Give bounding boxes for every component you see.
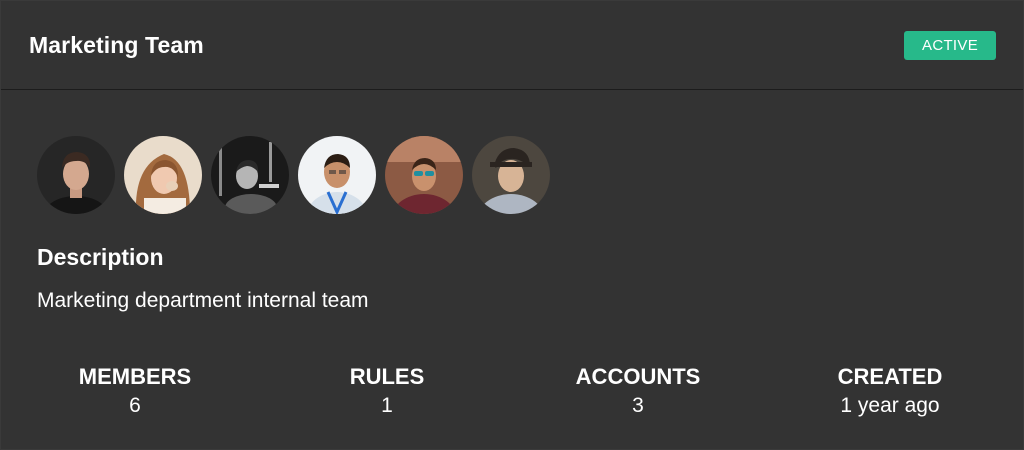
team-card: Marketing Team ACTIVE Description Market… <box>1 1 1023 449</box>
team-stats: MEMBERS 6 RULES 1 ACCOUNTS 3 CREATED 1 y… <box>1 363 1023 423</box>
card-body: Description Marketing department interna… <box>1 90 1023 313</box>
member-avatar-6[interactable] <box>472 136 550 214</box>
description-heading: Description <box>37 244 164 270</box>
stat-members: MEMBERS 6 <box>79 363 191 421</box>
stat-created: CREATED 1 year ago <box>838 363 943 421</box>
stat-value: 6 <box>129 394 141 417</box>
member-avatar-1[interactable] <box>37 136 115 214</box>
stat-value: 1 <box>381 394 393 417</box>
stat-rules: RULES 1 <box>350 363 425 421</box>
team-title: Marketing Team <box>29 31 204 58</box>
stat-label: RULES <box>349 364 425 389</box>
status-badge: ACTIVE <box>904 30 996 60</box>
stat-accounts: ACCOUNTS 3 <box>576 363 701 421</box>
card-header: Marketing Team ACTIVE <box>1 1 1023 90</box>
member-avatar-4[interactable] <box>298 136 376 214</box>
member-avatar-3[interactable] <box>211 136 289 214</box>
stat-label: CREATED <box>837 364 943 389</box>
stat-value: 3 <box>632 394 644 417</box>
stat-label: MEMBERS <box>78 364 192 389</box>
stat-value: 1 year ago <box>840 394 940 417</box>
member-avatars <box>37 136 987 214</box>
member-avatar-2[interactable] <box>124 136 202 214</box>
member-avatar-5[interactable] <box>385 136 463 214</box>
description-text: Marketing department internal team <box>37 289 369 312</box>
stat-label: ACCOUNTS <box>575 364 701 389</box>
